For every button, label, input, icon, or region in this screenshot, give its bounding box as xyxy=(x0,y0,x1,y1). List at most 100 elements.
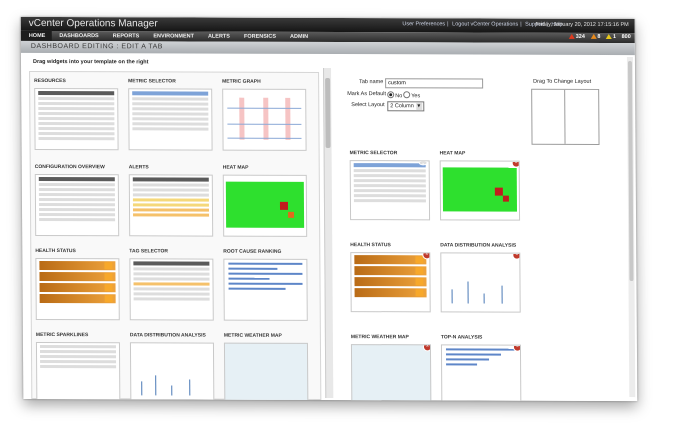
scrollbar-thumb[interactable] xyxy=(325,77,331,149)
nav-tab-alerts[interactable]: ALERTS xyxy=(200,32,236,42)
placed-widget-data-distribution-analysis[interactable]: DATA DISTRIBUTION ANALYSIS × xyxy=(440,242,524,313)
widget-tag-selector[interactable]: TAG SELECTOR xyxy=(129,248,216,321)
logout-link[interactable]: Logout vCenter Operations xyxy=(452,21,518,27)
yes-radio[interactable] xyxy=(403,91,411,99)
widget-thumbnail: × xyxy=(350,344,432,402)
widget-label: TAG SELECTOR xyxy=(129,248,169,255)
widget-metric-selector[interactable]: METRIC SELECTOR xyxy=(128,78,215,151)
widget-label: HEAT MAP xyxy=(439,150,466,157)
critical-alerts[interactable]: 324 xyxy=(568,33,585,40)
widget-health-status[interactable]: HEALTH STATUS xyxy=(35,247,122,321)
widget-thumbnail: × xyxy=(349,160,431,221)
date-time: Friday, January 20, 2012 17:15:16 PM xyxy=(535,21,629,29)
widget-thumbnail xyxy=(129,258,214,321)
remove-widget-icon[interactable]: × xyxy=(422,344,432,352)
palette-scrollbar[interactable] xyxy=(323,67,334,399)
widget-thumbnail xyxy=(222,88,307,151)
critical-alert-icon xyxy=(568,33,575,39)
breadcrumb: DASHBOARD EDITING : EDIT A TAB xyxy=(30,42,163,51)
alert-summary: 324 8 1 800 xyxy=(565,33,631,40)
widget-label: HEAT MAP xyxy=(222,164,249,171)
placed-widget-top-n-analysis[interactable]: TOP-N ANALYSIS × xyxy=(440,334,525,402)
widget-root-cause-ranking[interactable]: ROOT CAUSE RANKING xyxy=(223,249,310,321)
placed-widget-metric-selector[interactable]: METRIC SELECTOR × xyxy=(349,150,434,221)
layout-column-2[interactable] xyxy=(565,90,597,144)
no-radio[interactable] xyxy=(387,91,395,99)
chevron-down-icon: ▼ xyxy=(415,102,422,111)
widget-thumbnail: × xyxy=(440,252,521,313)
widget-thumbnail xyxy=(34,87,119,151)
widget-resources[interactable]: RESOURCES xyxy=(34,77,121,151)
widget-thumbnail xyxy=(128,88,213,151)
widget-label: METRIC SELECTOR xyxy=(349,150,398,157)
remove-widget-icon[interactable]: × xyxy=(511,160,521,168)
widget-thumbnail xyxy=(223,258,308,321)
widget-heat-map[interactable]: HEAT MAP xyxy=(223,165,310,237)
widget-label: METRIC GRAPH xyxy=(222,78,261,85)
scrollbar-thumb[interactable] xyxy=(627,61,634,282)
widget-configuration-overview[interactable]: CONFIGURATION OVERVIEW xyxy=(34,163,122,237)
widget-thumbnail xyxy=(129,342,215,402)
palette-hint: Drag widgets into your template on the r… xyxy=(32,58,149,66)
widget-data-distribution-analysis[interactable]: DATA DISTRIBUTION ANALYSIS xyxy=(129,332,217,402)
widget-label: CONFIGURATION OVERVIEW xyxy=(34,163,105,171)
widget-label: DATA DISTRIBUTION ANALYSIS xyxy=(440,242,517,249)
widget-metric-graph[interactable]: METRIC GRAPH xyxy=(222,79,309,151)
warning-alerts[interactable]: 1 xyxy=(605,33,616,40)
widget-thumbnail: × xyxy=(440,344,522,402)
widget-alerts[interactable]: ALERTS xyxy=(128,164,216,237)
warning-alert-icon xyxy=(605,33,613,39)
tab-name-input[interactable]: custom xyxy=(385,78,484,89)
widget-thumbnail xyxy=(128,174,214,237)
widget-thumbnail xyxy=(223,342,309,402)
placed-widget-health-status[interactable]: HEALTH STATUS × xyxy=(350,242,434,313)
widget-label: METRIC WEATHER MAP xyxy=(350,334,409,341)
placed-widget-heat-map[interactable]: HEAT MAP × xyxy=(439,150,524,221)
remove-widget-icon[interactable]: × xyxy=(512,344,522,352)
screenshot-frame: vCenter Operations Manager User Preferen… xyxy=(20,16,638,402)
placed-widget-metric-weather-map[interactable]: METRIC WEATHER MAP × xyxy=(350,334,435,402)
nav-tab-dashboards[interactable]: DASHBOARDS xyxy=(51,31,104,41)
widget-label: HEALTH STATUS xyxy=(35,247,76,255)
layout-preview[interactable] xyxy=(531,88,600,145)
mark-default-no[interactable]: No xyxy=(387,91,402,99)
widget-thumbnail xyxy=(35,257,120,321)
widget-label: ROOT CAUSE RANKING xyxy=(223,248,282,255)
select-layout-label: Select Layout xyxy=(351,102,385,109)
widget-thumbnail: × xyxy=(350,252,431,313)
widget-label: RESOURCES xyxy=(34,77,66,85)
user-preferences-link[interactable]: User Preferences xyxy=(402,21,445,27)
nav-tab-forensics[interactable]: FORENSICS xyxy=(236,32,282,42)
widget-metric-sparklines[interactable]: METRIC SPARKLINES xyxy=(35,331,123,402)
template-scrollbar[interactable] xyxy=(626,57,636,398)
widget-metric-weather-map[interactable]: METRIC WEATHER MAP xyxy=(223,332,311,402)
nav-tab-home[interactable]: HOME xyxy=(20,30,52,42)
nav-tab-environment[interactable]: ENVIRONMENT xyxy=(145,31,200,41)
widget-thumbnail: × xyxy=(439,160,521,221)
app-title: vCenter Operations Manager xyxy=(28,17,158,30)
widget-label: TOP-N ANALYSIS xyxy=(440,334,483,341)
nav-tab-admin[interactable]: ADMIN xyxy=(282,32,314,42)
layout-column-1[interactable] xyxy=(532,89,566,144)
immediate-alerts[interactable]: 8 xyxy=(590,33,600,40)
template-pane: Tab name custom Mark As Default No Yes S… xyxy=(332,56,634,402)
widget-label: METRIC WEATHER MAP xyxy=(223,332,282,339)
page-header: DASHBOARD EDITING : EDIT A TAB xyxy=(20,40,635,56)
widget-label: HEALTH STATUS xyxy=(350,242,391,249)
widget-thumbnail xyxy=(34,173,120,237)
drag-layout-caption: Drag To Change Layout xyxy=(533,78,592,85)
mark-default-label: Mark As Default xyxy=(347,91,387,98)
remove-widget-icon[interactable]: × xyxy=(512,252,521,260)
widget-palette: RESOURCES METRIC SELECTOR METRIC GRAPH C… xyxy=(29,70,322,402)
widget-label: METRIC SPARKLINES xyxy=(35,331,89,339)
remove-widget-icon[interactable]: × xyxy=(422,252,431,260)
layout-select[interactable]: 2 Column ▼ xyxy=(387,101,424,112)
nav-tab-reports[interactable]: REPORTS xyxy=(105,31,146,41)
info-alerts[interactable]: 800 xyxy=(622,34,631,40)
widget-palette-pane: Drag widgets into your template on the r… xyxy=(22,54,328,402)
widget-label: ALERTS xyxy=(128,164,149,171)
immediate-alert-icon xyxy=(590,33,597,39)
mark-default-yes[interactable]: Yes xyxy=(403,91,420,99)
widget-thumbnail xyxy=(222,174,308,237)
remove-widget-icon[interactable]: × xyxy=(418,160,428,167)
